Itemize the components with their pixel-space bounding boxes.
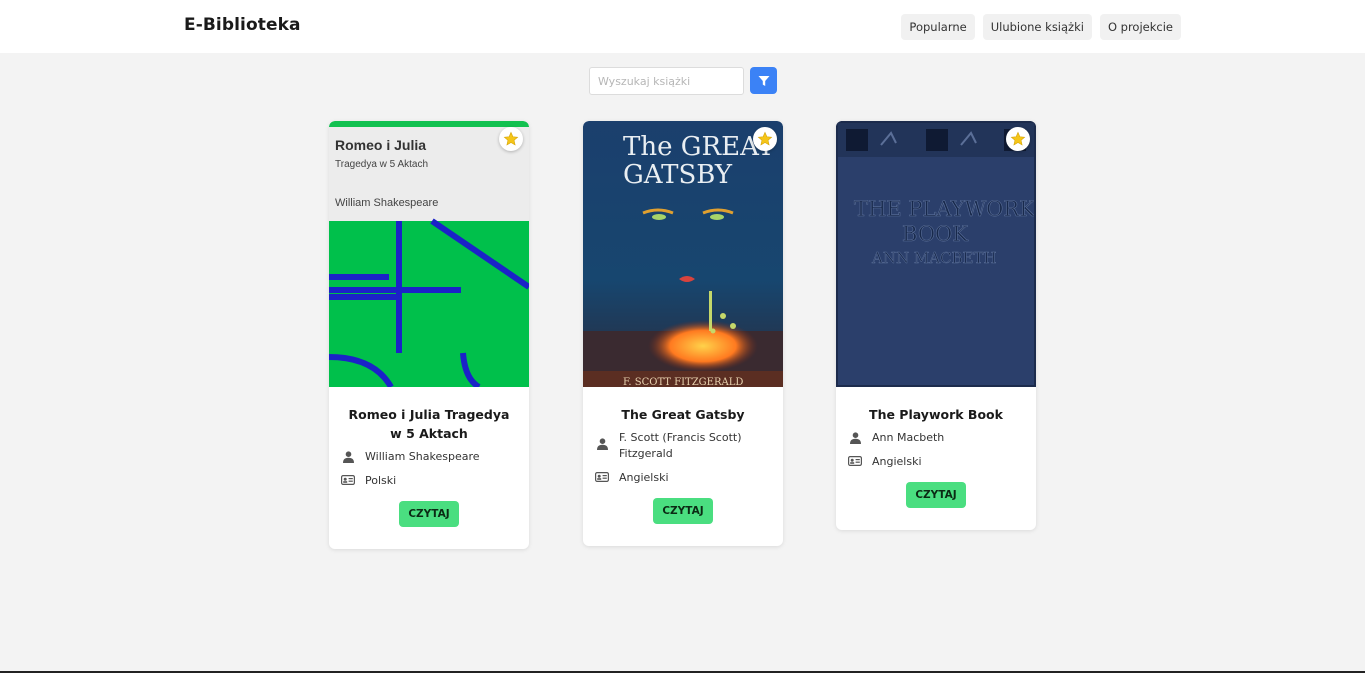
filter-button[interactable] — [750, 67, 777, 94]
book-card-body: The Playwork Book Ann Macbeth Angielski … — [836, 387, 1036, 530]
cover-playwork-art: THE PLAYWORK BOOK ANN MACBETH — [836, 121, 1036, 387]
filter-funnel-icon — [758, 75, 769, 86]
user-icon — [596, 438, 608, 450]
nav-popular-button[interactable]: Popularne — [901, 14, 975, 40]
favorite-button[interactable] — [499, 127, 523, 151]
read-button[interactable]: CZYTAJ — [399, 501, 459, 527]
favorite-button[interactable] — [1006, 127, 1030, 151]
star-icon — [1010, 131, 1026, 146]
brand-logo[interactable]: E-Biblioteka — [184, 15, 301, 35]
book-cover[interactable]: Romeo i Julia Tragedya w 5 Aktach Willia… — [329, 121, 529, 387]
book-author: F. Scott (Francis Scott) Fitzgerald — [619, 431, 742, 460]
book-language-row: Angielski — [595, 470, 771, 486]
user-icon — [342, 451, 354, 463]
cover-title-line1: THE PLAYWORK — [854, 197, 1035, 221]
book-language: Angielski — [872, 455, 922, 468]
id-card-icon — [595, 472, 609, 482]
book-author-row: Ann Macbeth — [848, 430, 1024, 446]
main-nav: Popularne Ulubione książki O projekcie — [901, 14, 1181, 40]
star-icon — [503, 131, 519, 146]
book-language-row: Angielski — [848, 454, 1024, 470]
cover-romeo-art: Romeo i Julia Tragedya w 5 Aktach Willia… — [329, 121, 529, 387]
cover-author: ANN MACBETH — [871, 249, 997, 267]
book-card: THE PLAYWORK BOOK ANN MACBETH The Playwo… — [836, 121, 1036, 530]
book-title: The Great Gatsby — [621, 407, 745, 422]
cover-author: William Shakespeare — [335, 197, 438, 209]
id-card-icon — [848, 456, 862, 466]
cover-author: F. SCOTT FITZGERALD — [623, 377, 743, 387]
book-card: Romeo i Julia Tragedya w 5 Aktach Willia… — [329, 121, 529, 549]
cover-subtitle: Tragedya w 5 Aktach — [335, 159, 428, 170]
star-icon — [757, 131, 773, 146]
book-card: The GREAT GATSBY F. SCOTT FITZGERALD The… — [583, 121, 783, 546]
nav-about-button[interactable]: O projekcie — [1099, 14, 1181, 40]
book-language-row: Polski — [341, 473, 517, 489]
user-icon — [849, 432, 861, 444]
book-author: William Shakespeare — [365, 450, 480, 463]
id-card-icon — [341, 475, 355, 485]
search-input[interactable] — [589, 67, 744, 95]
book-cover[interactable]: The GREAT GATSBY F. SCOTT FITZGERALD — [583, 121, 783, 387]
top-navbar: E-Biblioteka Popularne Ulubione książki … — [0, 0, 1365, 53]
nav-favorites-button[interactable]: Ulubione książki — [982, 14, 1092, 40]
read-button[interactable]: CZYTAJ — [906, 482, 966, 508]
cover-title: Romeo i Julia — [335, 137, 426, 153]
book-author-row: F. Scott (Francis Scott) Fitzgerald — [595, 430, 771, 462]
book-author: Ann Macbeth — [872, 431, 945, 444]
book-card-body: The Great Gatsby F. Scott (Francis Scott… — [583, 387, 783, 546]
favorite-button[interactable] — [753, 127, 777, 151]
search-bar — [589, 67, 777, 95]
book-title: The Playwork Book — [869, 407, 1003, 422]
cover-title-line2: GATSBY — [623, 160, 733, 190]
book-title: Romeo i Julia Tragedya w 5 Aktach — [348, 407, 510, 441]
book-language: Angielski — [619, 471, 669, 484]
read-button[interactable]: CZYTAJ — [653, 498, 713, 524]
book-card-body: Romeo i Julia Tragedya w 5 Aktach Willia… — [329, 387, 529, 549]
book-author-row: William Shakespeare — [341, 449, 517, 465]
book-language: Polski — [365, 474, 397, 487]
book-cover[interactable]: THE PLAYWORK BOOK ANN MACBETH — [836, 121, 1036, 387]
cover-title-line2: BOOK — [902, 222, 968, 246]
cover-gatsby-art: The GREAT GATSBY F. SCOTT FITZGERALD — [583, 121, 783, 387]
